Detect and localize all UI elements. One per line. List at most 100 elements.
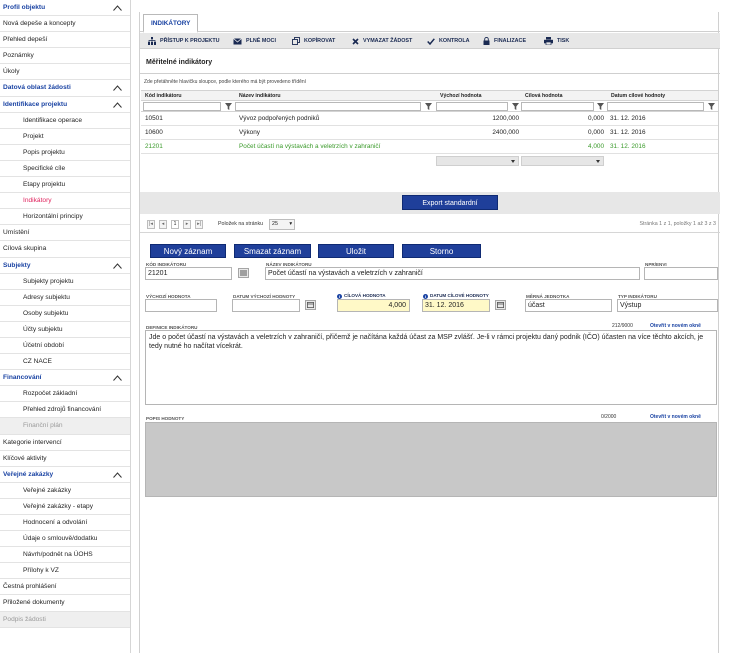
table-row[interactable]: 10501 Vývoz podpořených podniků 1200,000… [141, 112, 718, 126]
calendar-button[interactable] [495, 300, 506, 310]
save-button[interactable]: Uložit [318, 244, 394, 258]
powers-button[interactable]: PLNÉ MOCI [233, 33, 276, 49]
sidebar-item[interactable]: Přílohy k VZ [0, 563, 130, 580]
new-record-button[interactable]: Nový záznam [150, 244, 226, 258]
sidebar-item[interactable]: Veřejné zakázky [0, 483, 130, 499]
sidebar-item[interactable]: Přiložené dokumenty [0, 595, 130, 612]
filter-name-input[interactable] [235, 102, 421, 111]
filter-start-value-input[interactable] [436, 102, 508, 111]
filter-icon[interactable] [225, 103, 232, 110]
code-field[interactable]: 21201 [145, 267, 232, 280]
sidebar-item[interactable]: Nová depeše a koncepty [0, 16, 130, 33]
sidebar-item[interactable]: Specifické cíle [0, 161, 130, 178]
sidebar-item[interactable]: Financování [0, 370, 130, 387]
per-page-select[interactable]: 25 ▾ [269, 219, 295, 230]
sidebar-item[interactable]: Účty subjektu [0, 322, 130, 338]
column-header-target-value[interactable]: Cílová hodnota [525, 93, 562, 99]
calendar-button[interactable] [305, 300, 316, 310]
start-value-field[interactable] [145, 299, 217, 312]
next-page-icon[interactable]: ▸ [183, 220, 191, 229]
sidebar-item[interactable]: Přehled zdrojů financování [0, 402, 130, 419]
sidebar-item[interactable]: Poznámky [0, 48, 130, 65]
check-button[interactable]: KONTROLA [427, 33, 470, 49]
sidebar-item[interactable]: Podpis žádosti [0, 611, 130, 628]
delete-record-button[interactable]: Smazat záznam [234, 244, 311, 258]
sidebar-item[interactable]: Klíčové aktivity [0, 451, 130, 467]
sidebar-item[interactable]: Popis projektu [0, 145, 130, 161]
definition-open-link[interactable]: Otevřít v novém okně [650, 323, 701, 329]
aggregate-start-select[interactable] [436, 156, 519, 166]
sidebar-item[interactable]: Návrh/podnět na ÚOHS [0, 547, 130, 564]
sidebar-item[interactable]: Přehled depeší [0, 32, 130, 49]
filter-icon[interactable] [708, 103, 715, 110]
column-header-code[interactable]: Kód indikátoru [145, 93, 182, 99]
definition-textarea[interactable]: Jde o počet účastí na výstavách a veletr… [145, 330, 717, 405]
copy-button[interactable]: KOPÍROVAT [292, 33, 335, 49]
sidebar-item[interactable]: Veřejné zakázky - etapy [0, 499, 130, 515]
target-value-field[interactable]: 4,000 [337, 299, 410, 312]
sidebar-item[interactable]: Úkoly [0, 64, 130, 81]
sidebar-item[interactable]: Indikátory [0, 193, 130, 210]
sidebar-item[interactable]: Umístění [0, 225, 130, 242]
sidebar-item[interactable]: Etapy projektu [0, 177, 130, 194]
sidebar-item[interactable]: Identifikace projektu [0, 97, 130, 113]
cancel-button[interactable]: Storno [402, 244, 481, 258]
first-page-icon[interactable]: |◂ [147, 220, 155, 229]
last-page-icon[interactable]: ▸| [195, 220, 203, 229]
current-page[interactable]: 1 [171, 220, 179, 229]
sidebar-item[interactable]: Finanční plán [0, 418, 130, 435]
chevron-up-icon[interactable] [113, 85, 122, 93]
chevron-up-icon[interactable] [113, 262, 122, 271]
sidebar-item[interactable]: Účetní období [0, 338, 130, 355]
chevron-up-icon[interactable] [113, 101, 122, 110]
column-header-start-value[interactable]: Výchozí hodnota [440, 93, 482, 99]
column-header-target-date[interactable]: Datum cílové hodnoty [611, 93, 665, 99]
chevron-up-icon[interactable] [113, 471, 122, 480]
name-field[interactable]: Počet účastí na výstavách a veletrzích v… [265, 267, 640, 280]
table-row-selected[interactable]: 21201 Počet účastí na výstavách a veletr… [141, 140, 718, 154]
column-header-name[interactable]: Název indikátoru [239, 93, 281, 99]
sidebar-item[interactable]: Veřejné zakázky [0, 467, 130, 483]
list-picker-button[interactable] [238, 268, 249, 278]
sidebar-item[interactable]: Hodnocení a odvolání [0, 515, 130, 532]
sidebar-item[interactable]: CZ NACE [0, 354, 130, 371]
sidebar-item[interactable]: Identifikace operace [0, 113, 130, 129]
filter-icon[interactable] [512, 103, 519, 110]
filter-icon[interactable] [597, 103, 604, 110]
filter-code-input[interactable] [143, 102, 221, 111]
target-date-field[interactable]: 31. 12. 2016 [422, 299, 490, 312]
sidebar-item[interactable]: Subjekty [0, 258, 130, 274]
sidebar-item[interactable]: Projekt [0, 129, 130, 145]
filter-icon[interactable] [425, 103, 432, 110]
sidebar-item[interactable]: Horizontální principy [0, 209, 130, 226]
print-button[interactable]: TISK [544, 33, 569, 49]
access-project-button[interactable]: PŘÍSTUP K PROJEKTU [148, 33, 220, 49]
chevron-up-icon[interactable] [113, 375, 122, 383]
npr-field[interactable] [644, 267, 718, 280]
sidebar-item[interactable]: Údaje o smlouvě/dodatku [0, 531, 130, 548]
sidebar-item[interactable]: Rozpočet základní [0, 386, 130, 403]
sidebar-item[interactable]: Datová oblast žádosti [0, 80, 130, 97]
filter-target-value-input[interactable] [521, 102, 594, 111]
start-date-field[interactable] [232, 299, 300, 312]
sidebar-item[interactable]: Profil objektu [0, 0, 130, 17]
delete-application-button[interactable]: VYMAZAT ŽÁDOST [352, 33, 412, 49]
sidebar-item[interactable]: Kategorie intervencí [0, 435, 130, 451]
cell-target-date: 31. 12. 2016 [610, 115, 646, 122]
unit-field[interactable]: účast [525, 299, 612, 312]
description-open-link[interactable]: Otevřít v novém okně [650, 414, 701, 420]
sidebar-item[interactable]: Subjekty projektu [0, 274, 130, 290]
tab-indikatory[interactable]: INDIKÁTORY [143, 14, 199, 33]
sidebar-item[interactable]: Čestná prohlášení [0, 579, 130, 596]
sidebar-item[interactable]: Adresy subjektu [0, 290, 130, 306]
chevron-up-icon[interactable] [113, 5, 122, 13]
indicator-type-field[interactable]: Výstup [617, 299, 718, 312]
finalize-button[interactable]: FINALIZACE [483, 33, 526, 49]
sidebar-item[interactable]: Cílová skupina [0, 241, 130, 258]
sidebar-item[interactable]: Osoby subjektu [0, 306, 130, 322]
aggregate-target-select[interactable] [521, 156, 604, 166]
filter-target-date-input[interactable] [607, 102, 704, 111]
export-button[interactable]: Export standardní [402, 195, 498, 210]
table-row[interactable]: 10600 Výkony 2400,000 0,000 31. 12. 2016 [141, 126, 718, 140]
prev-page-icon[interactable]: ◂ [159, 220, 167, 229]
